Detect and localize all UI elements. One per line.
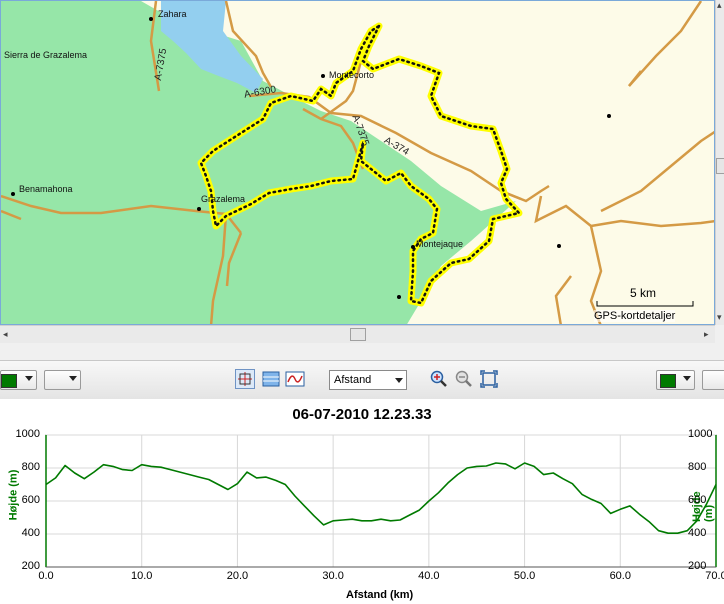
place-label-montejaque: Montejaque (416, 239, 464, 249)
place-label-grazalema: Grazalema (201, 194, 246, 204)
horizontal-scroll-thumb[interactable] (350, 328, 366, 341)
x-axis-label: Afstand (km) (346, 589, 414, 601)
left-color-picker[interactable] (0, 370, 37, 390)
right-color-picker[interactable] (656, 370, 695, 390)
place-label-sierra-de-grazalema: Sierra de Grazalema (4, 50, 88, 60)
y-tick-label-right: 800 (688, 461, 707, 473)
chevron-down-icon (683, 376, 691, 381)
chevron-down-icon (395, 378, 403, 383)
secondary-dropdown-button[interactable] (44, 370, 81, 390)
list-view-icon[interactable] (261, 369, 281, 389)
y-tick-label-left: 1000 (15, 428, 40, 440)
scale-label: 5 km (630, 286, 657, 300)
graph-icon[interactable] (285, 369, 305, 389)
scroll-up-icon[interactable]: ▴ (717, 0, 722, 11)
place-label-zahara: Zahara (158, 9, 187, 19)
y-tick-label-right: 1000 (688, 428, 713, 440)
x-axis-select[interactable]: Afstand (329, 370, 407, 390)
x-tick-label: 30.0 (322, 570, 344, 582)
map-canvas[interactable]: Zahara Sierra de Grazalema Montecorto Be… (0, 0, 715, 325)
right-color-swatch (660, 374, 676, 388)
map-credit: GPS-kortdetaljer (594, 310, 676, 322)
x-tick-label: 0.0 (38, 570, 54, 582)
map-graphics (1, 1, 714, 324)
scroll-right-icon[interactable]: ▸ (704, 329, 709, 340)
x-tick-label: 10.0 (130, 570, 153, 582)
left-color-swatch (1, 374, 17, 388)
crosshair-icon[interactable] (235, 369, 255, 389)
x-tick-label: 50.0 (513, 570, 536, 582)
x-axis-select-value: Afstand (334, 374, 372, 386)
place-label-benamahona: Benamahona (19, 184, 73, 194)
chevron-down-icon (69, 376, 77, 381)
y-tick-label-right: 600 (688, 494, 707, 506)
map-pane: Zahara Sierra de Grazalema Montecorto Be… (0, 0, 724, 344)
x-tick-label: 70.0 (705, 570, 724, 582)
map-horizontal-scrollbar[interactable]: ◂ ▸ (0, 325, 715, 343)
vertical-scroll-thumb[interactable] (716, 158, 724, 174)
zoom-fit-icon[interactable] (479, 369, 499, 389)
profile-toolbar: Afstand (0, 360, 724, 400)
scroll-down-icon[interactable]: ▾ (717, 312, 722, 323)
place-label-montecorto: Montecorto (329, 70, 375, 80)
right-secondary-dropdown-button[interactable] (702, 370, 724, 390)
zoom-out-icon[interactable] (454, 369, 474, 389)
y-tick-label-left: 600 (21, 494, 40, 506)
scroll-left-icon[interactable]: ◂ (3, 329, 8, 340)
zoom-in-icon[interactable] (429, 369, 449, 389)
y-tick-label-left: 400 (21, 527, 40, 539)
y-tick-label-left: 800 (21, 461, 40, 473)
x-tick-label: 60.0 (609, 570, 631, 582)
x-tick-label: 20.0 (226, 570, 249, 582)
map-vertical-scrollbar[interactable]: ▴ ▾ (715, 0, 724, 325)
scale-bar (596, 301, 694, 307)
y-tick-label-right: 400 (688, 527, 707, 539)
elevation-profile-chart: 06-07-2010 12.23.33 Højde (m) Højde (m) … (0, 399, 724, 604)
x-tick-label: 40.0 (418, 570, 440, 582)
chevron-down-icon (25, 376, 33, 381)
